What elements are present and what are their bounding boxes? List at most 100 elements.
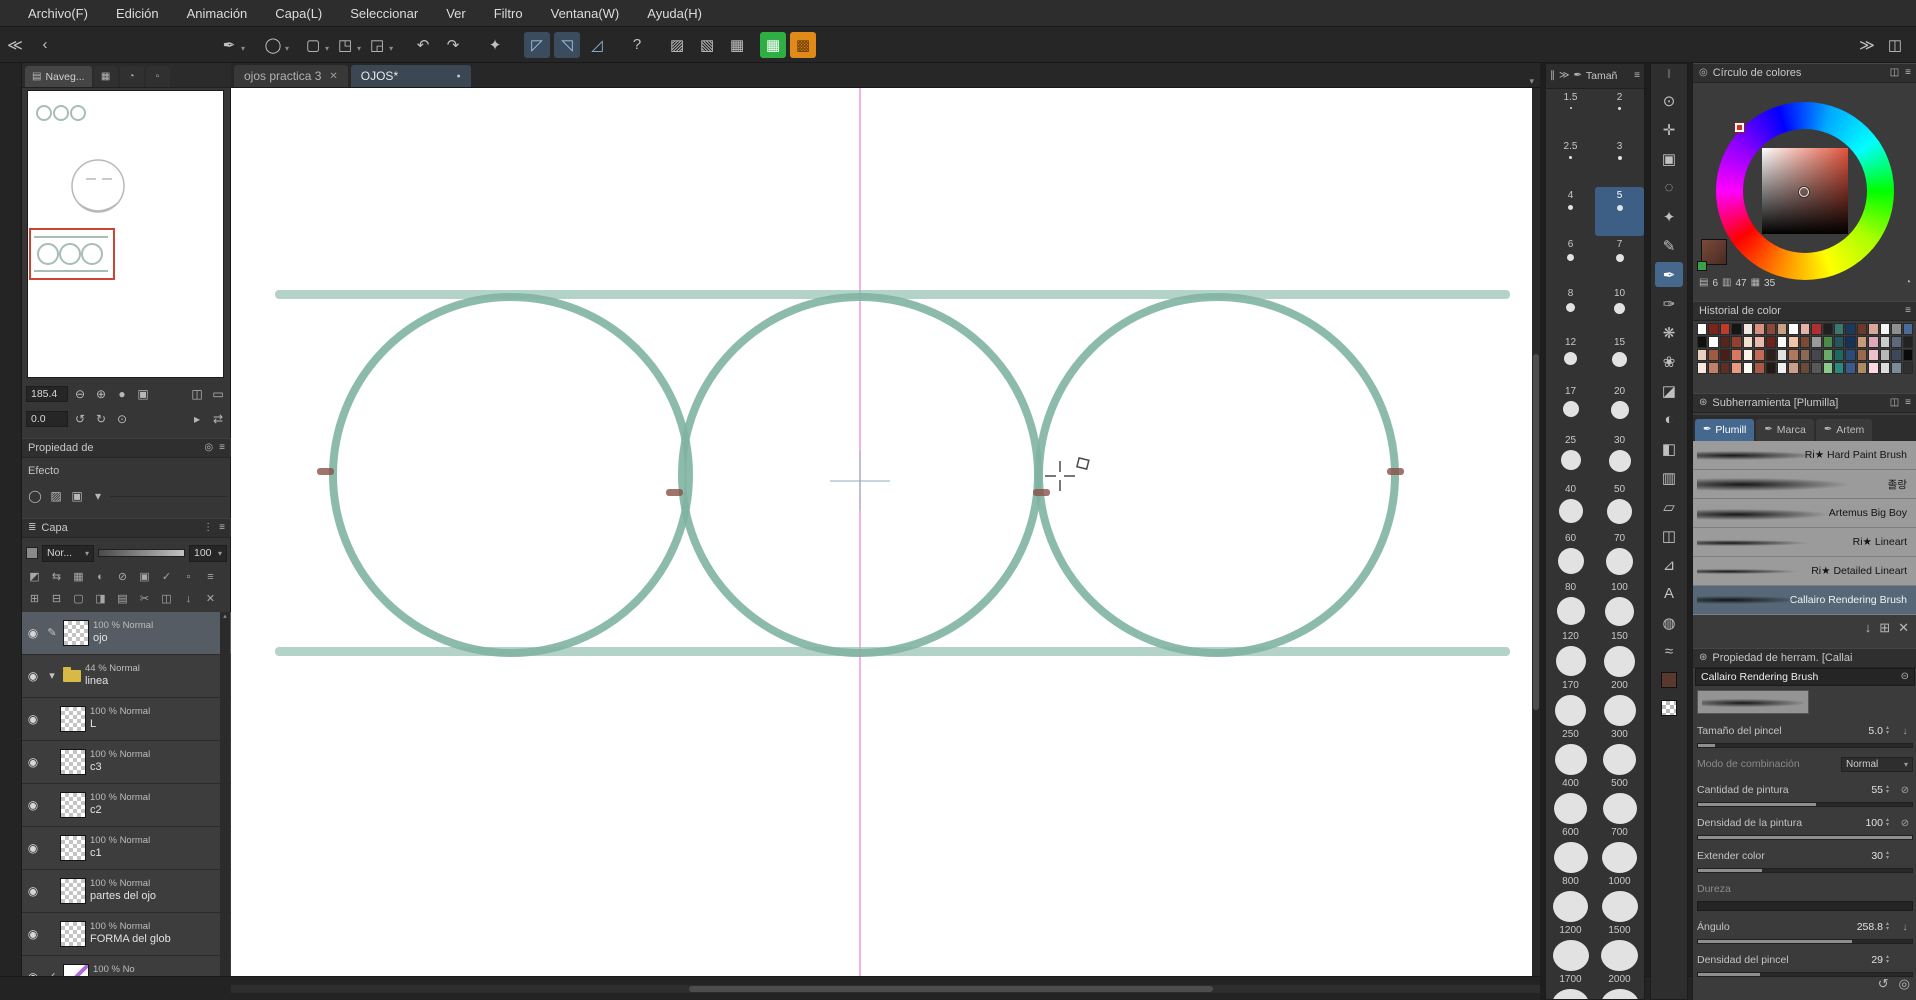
color-swatch[interactable]	[1902, 349, 1913, 361]
all-settings-icon[interactable]: ◎	[1899, 977, 1910, 990]
size-preset[interactable]: 4	[1546, 187, 1595, 236]
brush-row[interactable]: 졸랑	[1693, 470, 1916, 499]
color-swatch[interactable]	[1868, 323, 1879, 335]
color-swatch[interactable]	[1697, 362, 1708, 374]
snap-special-ruler-icon[interactable]: ◹	[554, 31, 581, 58]
more-icon[interactable]: ≡	[200, 568, 221, 586]
pattern-b-icon[interactable]: ▧	[694, 32, 720, 58]
tone-effect-icon[interactable]: ▨	[47, 487, 65, 505]
layer-color-effect-icon[interactable]: ▣	[68, 487, 86, 505]
figure-tool-icon[interactable]: ▱	[1655, 494, 1683, 519]
color-swatch[interactable]	[1776, 336, 1788, 348]
subtool-header[interactable]: ⊛ Subherramienta [Plumilla] ◫ ≡	[1693, 393, 1916, 413]
menu-ver[interactable]: Ver	[432, 0, 480, 26]
color-swatch[interactable]	[1834, 362, 1845, 374]
sub-color-chip[interactable]	[1697, 261, 1707, 271]
color-swatch[interactable]	[1879, 362, 1891, 374]
menu-archivo[interactable]: Archivo(F)	[14, 0, 102, 26]
tab-history[interactable]: ◔	[119, 66, 144, 87]
color-swatch[interactable]	[1788, 349, 1799, 361]
color-swatch[interactable]	[1799, 362, 1811, 374]
param-slider[interactable]	[1697, 868, 1913, 873]
layer-thumbnail[interactable]	[60, 878, 86, 904]
subtool-tab-plumilla[interactable]: ✒ Plumill	[1695, 419, 1755, 441]
panel-menu-icon[interactable]: ≡	[1634, 71, 1640, 81]
color-swatch[interactable]	[1708, 323, 1719, 335]
color-swatch[interactable]	[1868, 336, 1879, 348]
opacity-slider[interactable]	[98, 549, 185, 557]
zoom-value[interactable]: 185.4	[26, 386, 68, 402]
cut-layer-icon[interactable]: ✂	[134, 590, 155, 608]
param-value[interactable]: 100	[1847, 817, 1883, 829]
color-swatch[interactable]	[1879, 349, 1891, 361]
fit-screen-icon[interactable]: ▣	[134, 385, 152, 403]
new-layer-icon[interactable]: ⊞	[24, 590, 45, 608]
canvas-drawing-area[interactable]	[231, 88, 1540, 976]
fit-window-icon[interactable]: ◫	[188, 385, 206, 403]
source-override-icon[interactable]: ⊘	[1897, 785, 1913, 796]
color-swatch[interactable]	[1765, 362, 1776, 374]
color-swatch[interactable]	[1719, 362, 1731, 374]
size-preset[interactable]: 120	[1546, 628, 1595, 677]
color-swatch[interactable]	[1868, 349, 1879, 361]
size-preset[interactable]: 12	[1546, 334, 1595, 383]
menu-edicion[interactable]: Edición	[102, 0, 173, 26]
color-swatch[interactable]	[1697, 336, 1708, 348]
layer-name[interactable]: c1	[90, 847, 150, 861]
size-preset[interactable]: 80	[1546, 579, 1595, 628]
param-slider[interactable]	[1697, 939, 1913, 944]
tool-property-header[interactable]: ⊛ Propiedad de herram. [Callai	[1693, 648, 1916, 668]
menu-animacion[interactable]: Animación	[173, 0, 262, 26]
import-icon[interactable]: ↓	[1865, 621, 1872, 634]
size-preset[interactable]: 3	[1595, 138, 1644, 187]
layer-row-c3[interactable]: ◉ 100 % Normal c3	[22, 741, 231, 784]
scroll-up-icon[interactable]: ▴	[223, 612, 227, 620]
color-swatch[interactable]	[1754, 349, 1765, 361]
register-preset-icon[interactable]: ↓	[1897, 726, 1913, 737]
spinner-icon[interactable]: ▴ ▾	[1886, 954, 1894, 965]
layer-thumbnail[interactable]	[60, 921, 86, 947]
panel-menu-icon[interactable]: ≡	[1905, 306, 1911, 316]
ellipse-quick-icon[interactable]: ◯	[260, 32, 286, 58]
brush-row[interactable]: Ri★ Hard Paint Brush	[1693, 441, 1916, 470]
color-swatch[interactable]	[1902, 336, 1913, 348]
color-swatch[interactable]	[1697, 349, 1708, 361]
frame-tool-icon[interactable]: ◫	[1655, 523, 1683, 548]
new-file-icon[interactable]: ▢	[300, 32, 326, 58]
size-preset[interactable]: 600	[1546, 824, 1595, 873]
canvas-horizontal-scrollbar[interactable]	[231, 985, 1540, 993]
layer-thumbnail[interactable]	[60, 749, 86, 775]
rotate-cw-icon[interactable]: ↻	[92, 410, 110, 428]
eye-icon[interactable]: ◉	[25, 928, 41, 940]
pattern-a-icon[interactable]: ▨	[664, 32, 690, 58]
size-preset[interactable]: 7	[1595, 236, 1644, 285]
reset-icon[interactable]: ◎	[204, 443, 213, 453]
spinner-icon[interactable]: ▴ ▾	[1886, 725, 1894, 736]
size-preset[interactable]: 30	[1595, 432, 1644, 481]
menu-ayuda[interactable]: Ayuda(H)	[633, 0, 716, 26]
reference-icon[interactable]: ▣	[134, 568, 155, 586]
tab-ojos-practica-3[interactable]: ojos practica 3 ✕	[234, 65, 348, 87]
size-preset[interactable]: 10	[1595, 285, 1644, 334]
layer-list-scrollbar[interactable]: ▴ ▾	[220, 612, 230, 1000]
color-swatch[interactable]	[1856, 323, 1868, 335]
mask-add-icon[interactable]: ◨	[90, 590, 111, 608]
mode-toggle-icon[interactable]: ◔	[1905, 278, 1911, 288]
color-swatch[interactable]	[1788, 323, 1799, 335]
help-icon[interactable]: ?	[624, 32, 650, 58]
new-vector-layer-icon[interactable]: ▢	[68, 590, 89, 608]
step-icon[interactable]: ▸	[188, 410, 206, 428]
layer-panel-header[interactable]: ≣ Capa ⋮ ≡	[22, 518, 231, 538]
text-tool-icon[interactable]: A	[1655, 581, 1683, 606]
layer-thumbnail[interactable]	[60, 835, 86, 861]
operation-tool-icon[interactable]: ▣	[1655, 146, 1683, 171]
color-swatch[interactable]	[1799, 336, 1811, 348]
layer-row-forma[interactable]: ◉ 100 % Normal FORMA del glob	[22, 913, 231, 956]
brush-row[interactable]: Artemus Big Boy	[1693, 499, 1916, 528]
eraser-tool-icon[interactable]: ◪	[1655, 378, 1683, 403]
panel-menu-icon[interactable]: ≡	[219, 443, 225, 453]
param-slider[interactable]	[1697, 743, 1913, 748]
color-swatch[interactable]	[1776, 349, 1788, 361]
color-swatch[interactable]	[1742, 323, 1754, 335]
rotation-value[interactable]: 0.0	[26, 411, 68, 427]
